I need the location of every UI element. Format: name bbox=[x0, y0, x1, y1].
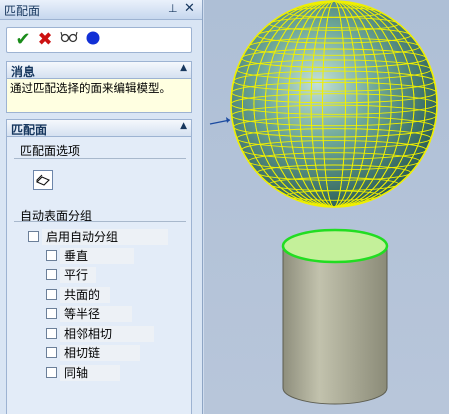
checkbox-label: 平行 bbox=[60, 267, 96, 283]
collapse-up-icon[interactable]: ▲ bbox=[180, 121, 187, 131]
divider bbox=[14, 158, 186, 159]
axis-marker bbox=[209, 117, 231, 125]
checkbox-label: 垂直 bbox=[60, 248, 134, 264]
message-text: 通过匹配选择的面来编辑模型。 bbox=[10, 81, 171, 95]
graphics-viewport[interactable] bbox=[204, 0, 449, 414]
cylinder-top-face[interactable] bbox=[281, 228, 389, 264]
face-select-icon bbox=[36, 174, 50, 186]
checkbox-box[interactable] bbox=[46, 250, 57, 261]
checkbox-box[interactable] bbox=[46, 367, 57, 378]
blue-dot-icon[interactable] bbox=[83, 30, 103, 50]
model-scene[interactable] bbox=[204, 0, 449, 414]
message-body: 通过匹配选择的面来编辑模型。 bbox=[6, 79, 192, 113]
checkbox-label: 同轴 bbox=[60, 365, 120, 381]
checkbox-label: 相邻相切 bbox=[60, 326, 154, 342]
checkbox-box[interactable] bbox=[46, 347, 57, 358]
cylinder-body[interactable] bbox=[282, 245, 388, 405]
message-header[interactable]: 消息 ▲ bbox=[6, 61, 192, 79]
checkbox-box[interactable] bbox=[28, 231, 39, 242]
close-icon[interactable]: ✕ bbox=[184, 1, 195, 16]
collapse-up-icon[interactable]: ▲ bbox=[180, 63, 187, 73]
property-panel: 匹配面 ⊥ ✕ ✔ ✖ 消息 ▲ 通过匹配选择的面来编辑模型。 匹配面 ▲ 匹配… bbox=[0, 0, 203, 414]
checkbox-label: 共面的 bbox=[60, 287, 110, 303]
options-group-label: 匹配面选项 bbox=[20, 144, 81, 158]
checkbox-box[interactable] bbox=[46, 328, 57, 339]
divider bbox=[14, 221, 186, 222]
checkbox-label: 相切链 bbox=[60, 345, 140, 361]
checkbox-box[interactable] bbox=[46, 269, 57, 280]
checkbox-box[interactable] bbox=[46, 289, 57, 300]
face-select-button[interactable] bbox=[33, 170, 53, 190]
panel-title: 匹配面 bbox=[4, 4, 41, 18]
panel-title-bar: 匹配面 ⊥ ✕ bbox=[0, 0, 202, 20]
checkbox-label: 等半径 bbox=[60, 306, 132, 322]
checkbox-box[interactable] bbox=[46, 308, 57, 319]
checkbox-label: 启用自动分组 bbox=[42, 229, 168, 245]
match-faces-header-label: 匹配面 bbox=[11, 123, 48, 137]
checkmark-icon[interactable]: ✔ bbox=[13, 30, 33, 50]
match-faces-header[interactable]: 匹配面 ▲ bbox=[6, 119, 192, 137]
action-bar: ✔ ✖ bbox=[6, 27, 192, 53]
pin-icon[interactable]: ⊥ bbox=[168, 2, 178, 15]
glasses-icon[interactable] bbox=[59, 30, 79, 50]
message-header-label: 消息 bbox=[11, 65, 36, 79]
x-icon[interactable]: ✖ bbox=[35, 30, 55, 50]
sphere-body[interactable] bbox=[230, 0, 438, 208]
